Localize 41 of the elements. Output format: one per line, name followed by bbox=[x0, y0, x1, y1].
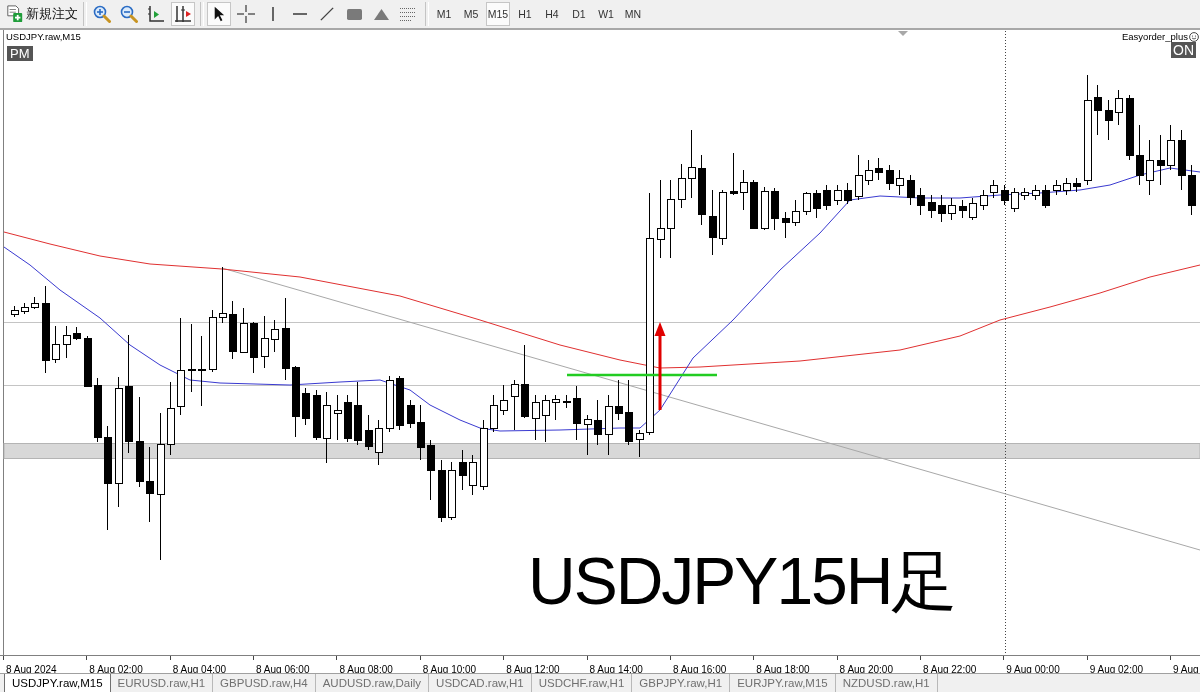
new-order-button[interactable]: 新規注文 bbox=[3, 1, 81, 27]
timeframe-button[interactable]: D1 bbox=[567, 2, 591, 26]
time-axis-label: 8 Aug 04:00 bbox=[172, 664, 227, 676]
timeframe-button[interactable]: M15 bbox=[486, 2, 510, 26]
expert-name: Easyorder_plus bbox=[1122, 31, 1188, 42]
horizontal-line-icon bbox=[293, 13, 307, 15]
timeframe-button[interactable]: MN bbox=[621, 2, 645, 26]
chart-caption: USDJPY15H足 bbox=[528, 548, 956, 614]
dotted-lines-icon bbox=[400, 7, 416, 21]
rectangle-icon bbox=[346, 8, 362, 20]
symbol-tab[interactable]: USDJPY.raw,M15 bbox=[4, 674, 111, 692]
time-axis-label: 8 Aug 10:00 bbox=[422, 664, 477, 676]
zoom-out-icon bbox=[120, 5, 138, 23]
symbol-tab[interactable]: EURJPY.raw,M15 bbox=[730, 674, 836, 692]
symbol-tab[interactable]: EURUSD.raw,H1 bbox=[110, 674, 214, 692]
timeframe-button[interactable]: M1 bbox=[432, 2, 456, 26]
cursor-button[interactable] bbox=[207, 2, 231, 26]
symbol-tab[interactable]: USDCAD.raw,H1 bbox=[429, 674, 532, 692]
symbol-tab[interactable]: GBPUSD.raw,H4 bbox=[213, 674, 316, 692]
axes-bars-icon bbox=[174, 5, 192, 23]
axes-triangle-icon bbox=[147, 5, 165, 23]
auto-scroll-button[interactable] bbox=[171, 2, 195, 26]
chart-title: USDJPY.raw,M15 bbox=[6, 31, 81, 42]
vertical-line-icon bbox=[272, 7, 274, 21]
symbol-tab[interactable]: USDCHF.raw,H1 bbox=[531, 674, 633, 692]
symbol-tab[interactable]: GBPJPY.raw,H1 bbox=[632, 674, 731, 692]
timeframe-button[interactable]: H4 bbox=[540, 2, 564, 26]
timeframe-button[interactable]: H1 bbox=[513, 2, 537, 26]
timeframe-button[interactable]: W1 bbox=[594, 2, 618, 26]
document-plus-icon bbox=[6, 5, 24, 23]
timeframe-button[interactable]: M5 bbox=[459, 2, 483, 26]
status-badge: ON bbox=[1171, 42, 1196, 58]
zoom-in-icon bbox=[93, 5, 111, 23]
diagonal-line-icon bbox=[320, 7, 334, 21]
triangle-icon bbox=[373, 8, 389, 20]
session-badge: PM bbox=[7, 46, 33, 61]
symbol-tab[interactable]: AUDUSD.raw,Daily bbox=[315, 674, 430, 692]
crosshair-icon bbox=[237, 5, 255, 23]
time-axis-label: 9 Aug 02:00 bbox=[1089, 664, 1144, 676]
symbol-tab[interactable]: NZDUSD.raw,H1 bbox=[835, 674, 938, 692]
cursor-icon bbox=[213, 6, 225, 22]
